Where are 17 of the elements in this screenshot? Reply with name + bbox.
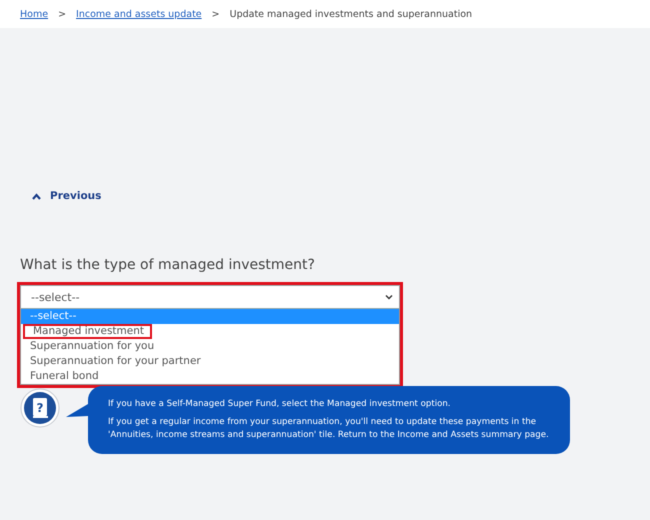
select-field[interactable]: --select-- xyxy=(20,285,400,309)
breadcrumb-current: Update managed investments and superannuation xyxy=(230,8,472,20)
breadcrumb-link[interactable]: Home xyxy=(20,8,48,20)
chevron-down-icon xyxy=(385,294,393,300)
dropdown-option[interactable]: Managed investment xyxy=(23,324,152,339)
question-label: What is the type of managed investment? xyxy=(20,257,316,273)
breadcrumb-link[interactable]: Income and assets update xyxy=(76,8,202,20)
help-book-icon: ? xyxy=(20,388,60,428)
previous-link[interactable]: Previous xyxy=(32,190,102,202)
help-text: If you get a regular income from your superannuation, you'll need to update these payments in the 'Annuities, income streams and superannuation' tile. Return to the Income and Assets summary page. xyxy=(108,416,550,442)
dropdown-option[interactable]: Superannuation for your partner xyxy=(21,354,399,369)
dropdown-option[interactable]: Funeral bond xyxy=(21,369,399,384)
dropdown-option[interactable]: Superannuation for you xyxy=(21,339,399,354)
breadcrumb-separator: > xyxy=(58,8,66,20)
chevron-up-icon xyxy=(32,192,41,200)
breadcrumb-separator: > xyxy=(212,8,220,20)
help-text: If you have a Self-Managed Super Fund, select the Managed investment option. xyxy=(108,398,452,411)
